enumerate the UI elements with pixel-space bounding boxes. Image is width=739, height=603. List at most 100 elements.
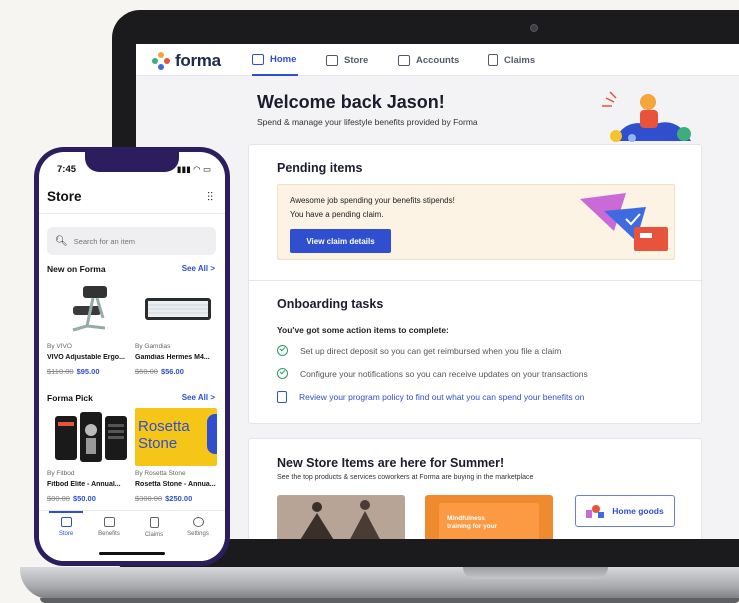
check-circle-icon — [277, 368, 288, 379]
product-price: $60.00 $56.00 — [135, 367, 184, 376]
forma-logo[interactable]: forma — [152, 51, 221, 71]
welcome-title: Welcome back Jason! — [257, 92, 445, 112]
header-divider — [39, 213, 225, 214]
product-name[interactable]: Rosetta Stone - Annua... — [135, 481, 217, 488]
pending-line-2: You have a pending claim. — [290, 210, 384, 219]
onboarding-title: Onboarding tasks — [277, 297, 384, 311]
phone-screen: 7:45 ▮▮▮ ◠ ▭ Store ⫶⫶ 🔍︎ New on Forma Se… — [39, 152, 225, 561]
sale-price: $50.00 — [72, 494, 96, 503]
forma-logo-icon — [152, 52, 170, 70]
active-tab-indicator — [49, 511, 83, 513]
search-bar[interactable]: 🔍︎ — [47, 227, 216, 255]
tab-store-label: Store — [344, 54, 369, 66]
product-brand: By Gamdias — [135, 343, 171, 350]
tab-claims-label: Claims — [504, 54, 536, 66]
task-direct-deposit[interactable]: Set up direct deposit so you can get rei… — [277, 345, 561, 356]
filter-icon[interactable]: ⫶⫶ — [207, 190, 213, 205]
rosetta-stone-image[interactable]: Rosetta Stone — [135, 408, 217, 466]
product-brand: By Fitbod — [47, 470, 75, 477]
section-title-new: New on Forma — [47, 264, 106, 274]
check-circle-icon — [277, 345, 288, 356]
mindfulness-panel: Mindfulness training for your — [439, 503, 539, 539]
card-divider — [249, 280, 703, 281]
task-program-policy[interactable]: Review your program policy to find out w… — [277, 391, 584, 403]
welcome-subtitle: Spend & manage your lifestyle benefits p… — [257, 117, 478, 127]
product-name[interactable]: VIVO Adjustable Ergo... — [47, 354, 129, 361]
hero-illustration — [602, 91, 691, 142]
phone-frame: 7:45 ▮▮▮ ◠ ▭ Store ⫶⫶ 🔍︎ New on Forma Se… — [34, 147, 230, 566]
store-icon — [326, 54, 338, 66]
home-goods-label: Home goods — [612, 506, 664, 516]
view-claim-details-button[interactable]: View claim details — [290, 229, 391, 253]
pending-line-1: Awesome job spending your benefits stipe… — [290, 196, 455, 205]
vivo-chair-image[interactable] — [53, 280, 133, 338]
tab-settings-mobile[interactable]: Settings — [178, 517, 218, 537]
store-promo-title: New Store Items are here for Summer! — [277, 456, 505, 470]
task-notifications[interactable]: Configure your notifications so you can … — [277, 368, 588, 379]
tab-label: Store — [58, 531, 74, 537]
status-icons: ▮▮▮ ◠ ▭ — [176, 164, 211, 174]
tab-label: Benefits — [98, 531, 120, 537]
store-icon — [60, 517, 72, 527]
home-icon — [252, 53, 264, 65]
claims-icon — [149, 517, 159, 528]
pending-onboarding-card: Pending items Awesome job spending your … — [248, 144, 703, 424]
tab-label: Settings — [187, 531, 209, 537]
product-name[interactable]: Gamdias Hermes M4... — [135, 354, 217, 361]
tab-store[interactable]: Store — [326, 44, 368, 76]
product-brand: By Rosetta Stone — [135, 470, 186, 477]
tab-accounts-label: Accounts — [416, 54, 460, 66]
document-icon — [277, 391, 287, 403]
pending-title: Pending items — [277, 161, 363, 175]
product-price: $80.00 $50.00 — [47, 494, 96, 503]
mindfulness-thumbnail[interactable]: Mindfulness training for your — [425, 495, 553, 539]
store-page-title: Store — [47, 189, 82, 204]
status-time: 7:45 — [57, 164, 77, 175]
old-price: $110.00 — [47, 367, 74, 376]
pending-claim-box: Awesome job spending your benefits stipe… — [277, 184, 675, 260]
gamdias-keyboard-image[interactable] — [137, 280, 217, 338]
product-price: $110.00 $95.00 — [47, 367, 100, 376]
laptop-notch — [463, 567, 608, 579]
fitbod-app-image[interactable] — [51, 408, 131, 466]
tab-home-label: Home — [270, 53, 297, 65]
sale-price: $56.00 — [160, 367, 184, 376]
laptop-base — [20, 567, 739, 599]
see-all-pick-link[interactable]: See All > — [182, 393, 215, 402]
old-price: $60.00 — [135, 367, 158, 376]
see-all-new-link[interactable]: See All > — [182, 264, 215, 273]
camera-icon — [530, 24, 538, 32]
product-price: $300.00 $250.00 — [135, 494, 192, 503]
product-name[interactable]: Fitbod Elite - Annual... — [47, 481, 129, 488]
home-goods-icon — [586, 505, 605, 518]
sale-price: $250.00 — [165, 494, 193, 503]
tab-store-mobile[interactable]: Store — [46, 517, 86, 537]
benefits-icon — [103, 517, 115, 527]
sale-price: $95.00 — [76, 367, 100, 376]
section-title-pick: Forma Pick — [47, 393, 93, 403]
tab-home[interactable]: Home — [252, 44, 298, 76]
search-input[interactable] — [73, 236, 214, 246]
home-goods-category[interactable]: Home goods — [575, 495, 675, 527]
onboarding-subtitle: You've got some action items to complete… — [277, 325, 449, 335]
brand-name: forma — [175, 51, 221, 70]
old-price: $80.00 — [47, 494, 70, 503]
claim-illustration — [580, 193, 668, 251]
old-price: $300.00 — [135, 494, 163, 503]
tab-accounts[interactable]: Accounts — [398, 44, 459, 76]
tab-benefits-mobile[interactable]: Benefits — [89, 517, 129, 537]
store-promo-subtitle: See the top products & services coworker… — [277, 474, 534, 481]
product-brand: By VIVO — [47, 343, 72, 350]
tab-label: Claims — [144, 532, 164, 538]
tab-claims-mobile[interactable]: Claims — [134, 517, 174, 538]
task-label: Configure your notifications so you can … — [300, 368, 588, 379]
rosetta-logo-mark — [207, 414, 217, 454]
task-label: Set up direct deposit so you can get rei… — [300, 345, 562, 356]
search-icon: 🔍︎ — [55, 235, 68, 247]
mindfulness-text: Mindfulness training for your — [447, 515, 498, 531]
tab-claims[interactable]: Claims — [488, 44, 535, 76]
gear-icon — [192, 517, 204, 527]
yoga-thumbnail[interactable] — [277, 495, 405, 539]
laptop-bottom-edge — [40, 598, 739, 603]
yoga-image — [277, 495, 405, 539]
